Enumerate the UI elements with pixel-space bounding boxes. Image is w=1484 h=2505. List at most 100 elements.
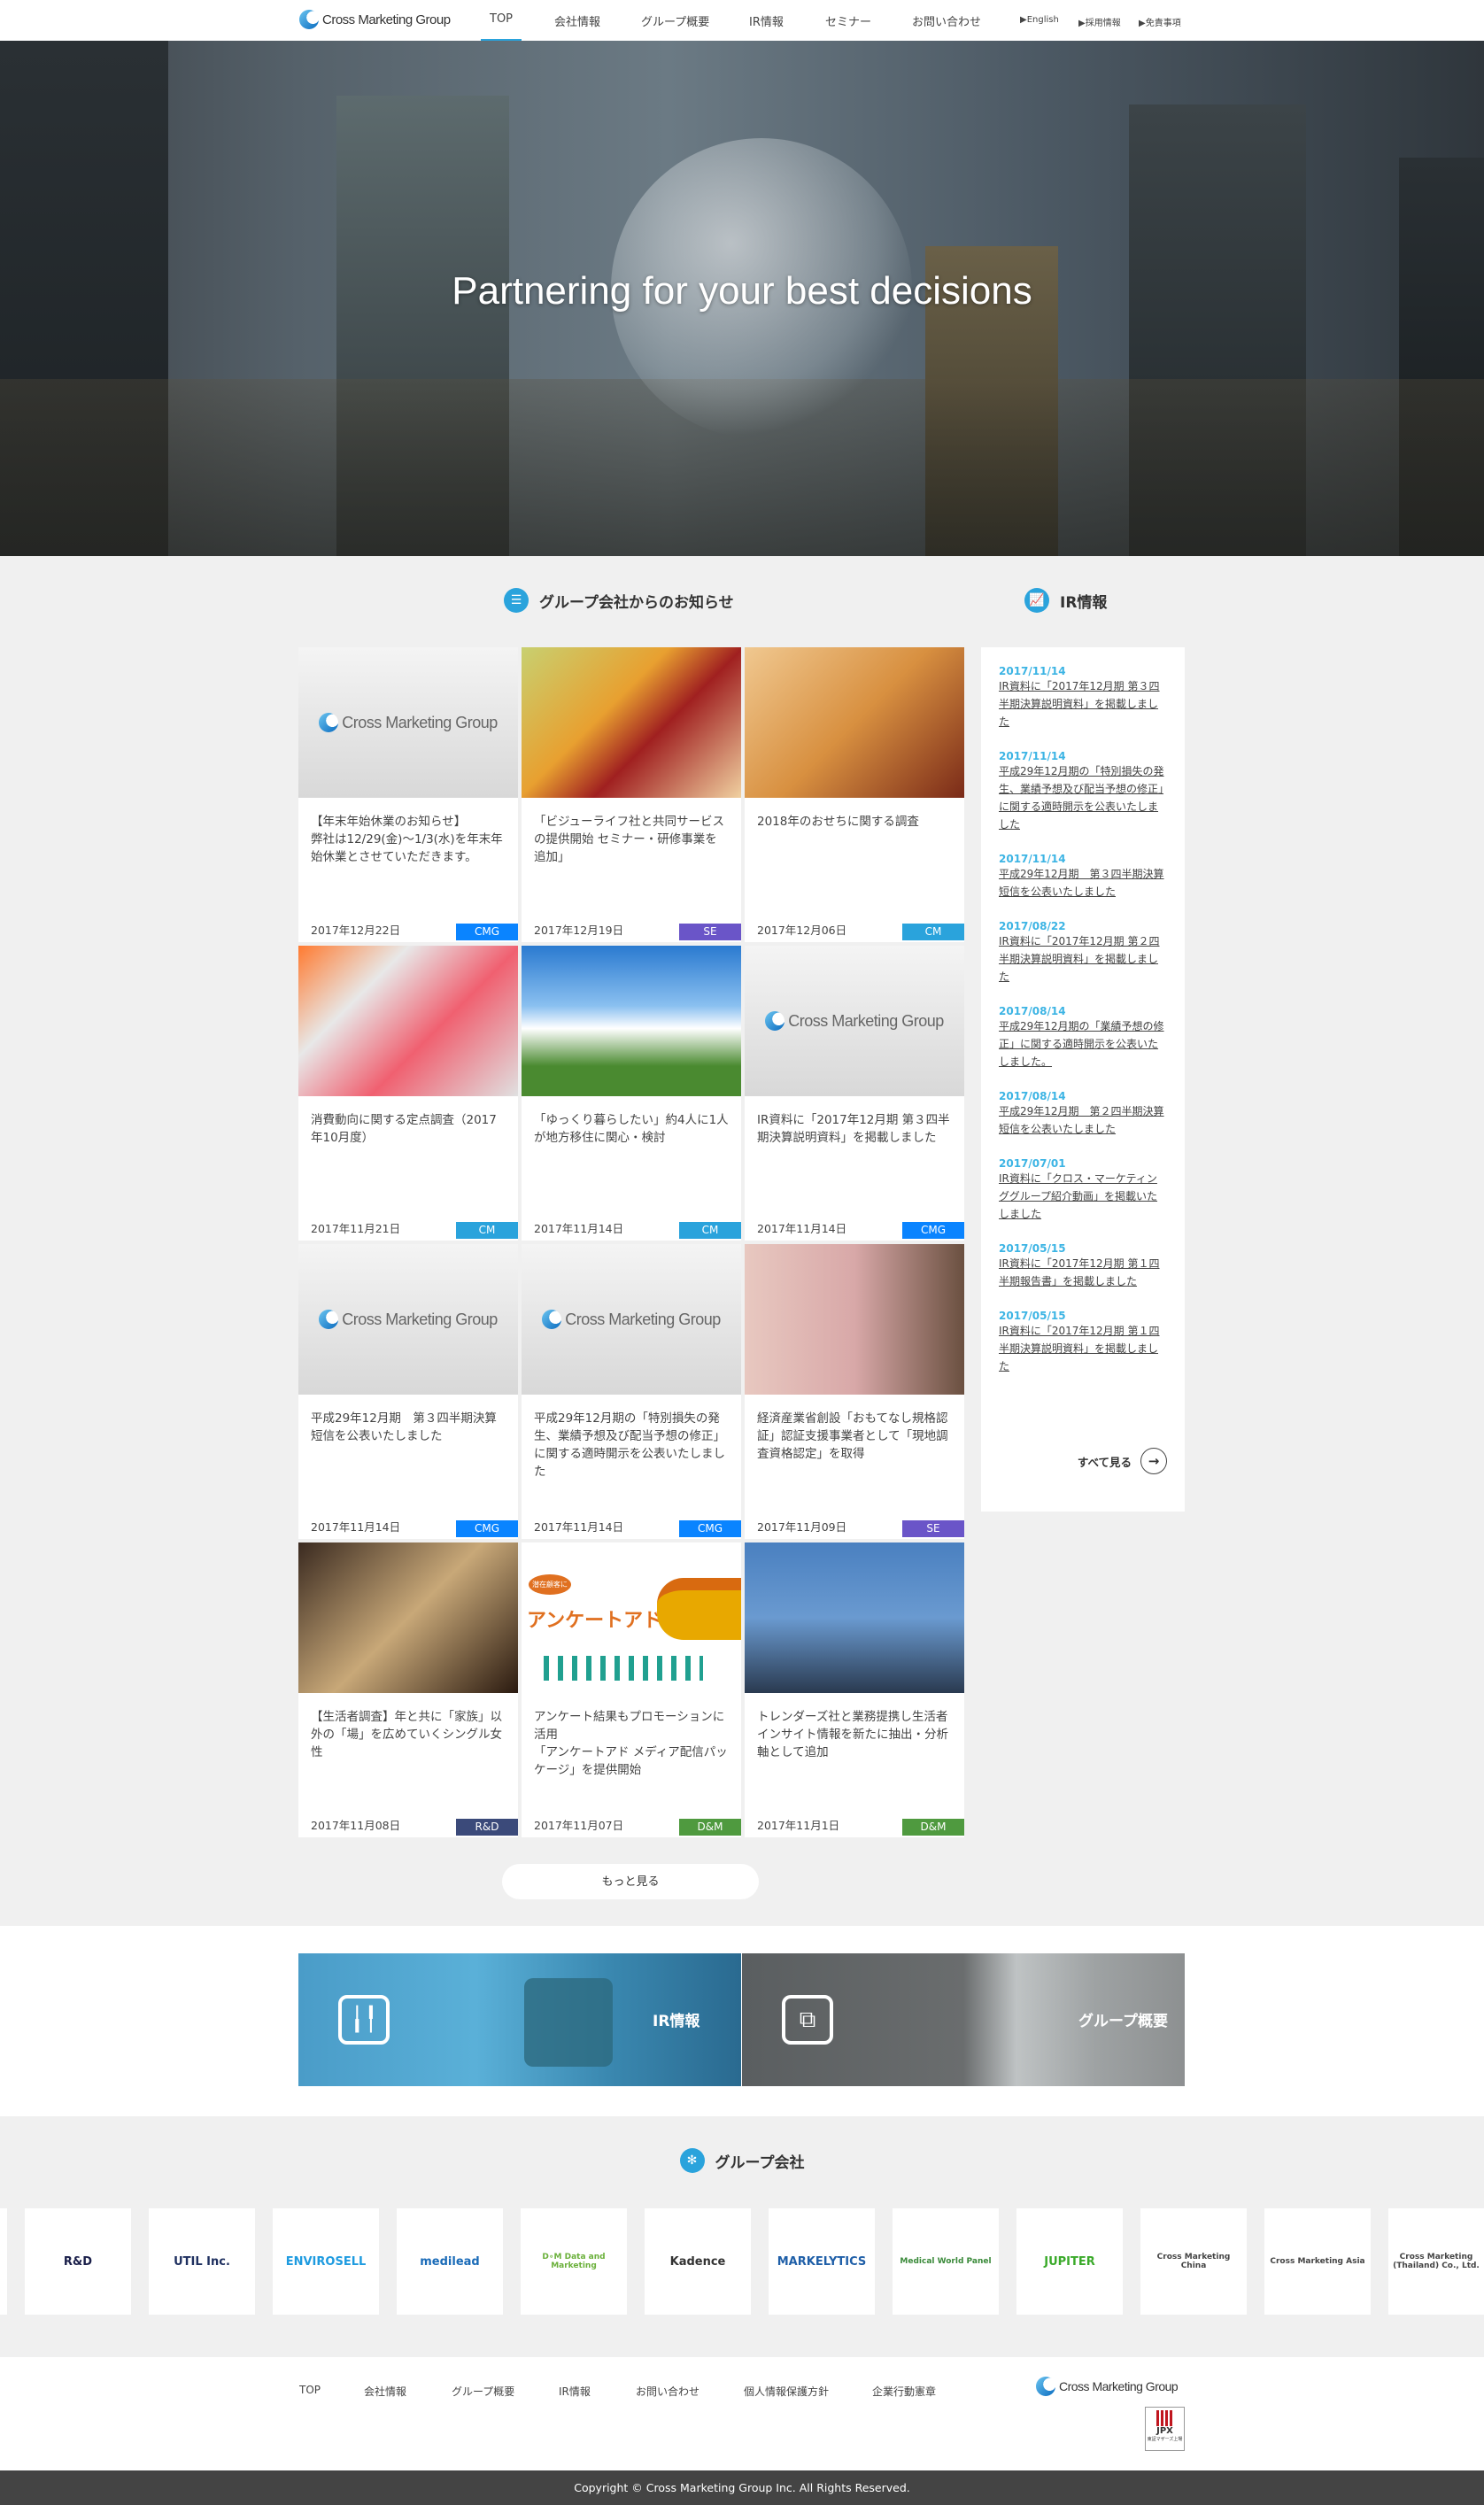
logo-text: JUPITER xyxy=(1044,2254,1095,2269)
news-card[interactable]: 【生活者調査】年と共に「家族」以外の「場」を広めていくシングル女性 2017年1… xyxy=(298,1542,518,1837)
footer-nav-privacy[interactable]: 個人情報保護方針 xyxy=(744,2384,829,2399)
ir-date: 2017/08/22 xyxy=(999,920,1066,932)
news-thumbnail xyxy=(745,1244,964,1395)
link-disclaimer[interactable]: ▶免責事項 xyxy=(1139,15,1181,28)
speech-bubble: 潜在顧客に xyxy=(529,1574,571,1595)
link-recruit[interactable]: ▶採用情報 xyxy=(1078,15,1121,28)
hero-banner: Partnering for your best decisions xyxy=(0,41,1484,556)
news-card[interactable]: Cross Marketing Group 【年末年始休業のお知らせ】 弊社は1… xyxy=(298,647,518,942)
news-title: 2018年のおせちに関する調査 xyxy=(757,815,919,829)
group-company-logo[interactable]: Cross Marketing Asia xyxy=(1264,2208,1371,2315)
category-badge: CMG xyxy=(456,1520,518,1537)
ir-link[interactable]: IR資料に「2017年12月期 第２四半期決算説明資料」を掲載しました xyxy=(999,932,1167,986)
ir-date: 2017/08/14 xyxy=(999,1090,1066,1102)
news-date: 2017年11月14日 xyxy=(757,1222,847,1235)
footer-nav-group[interactable]: グループ概要 xyxy=(452,2384,514,2399)
news-card[interactable]: Cross Marketing Group IR資料に「2017年12月期 第３… xyxy=(745,946,964,1241)
news-thumbnail: Cross Marketing Group xyxy=(298,647,518,798)
news-grid: Cross Marketing Group 【年末年始休業のお知らせ】 弊社は1… xyxy=(298,647,964,1837)
nav-seminar[interactable]: セミナー xyxy=(825,12,871,29)
link-english[interactable]: ▶English xyxy=(1020,15,1059,25)
ir-link[interactable]: 平成29年12月期 第２四半期決算短信を公表いたしました xyxy=(999,1102,1167,1138)
news-title: 平成29年12月期の「特別損失の発生、業績予想及び配当予想の修正」に関する適時開… xyxy=(534,1411,725,1479)
news-title: IR資料に「2017年12月期 第３四半期決算説明資料」を掲載しました xyxy=(757,1113,950,1145)
group-company-logo[interactable]: medilead xyxy=(397,2208,503,2315)
ir-link[interactable]: IR資料に「2017年12月期 第１四半期報告書」を掲載しました xyxy=(999,1255,1167,1290)
news-date: 2017年11月08日 xyxy=(311,1819,401,1832)
candlestick-icon: ╽╿ xyxy=(338,1995,390,2045)
group-company-logo[interactable]: JUPITER xyxy=(1016,2208,1123,2315)
bar-chart-graphic xyxy=(524,1978,613,2067)
ir-link[interactable]: IR資料に「2017年12月期 第３四半期決算説明資料」を掲載しました xyxy=(999,677,1167,731)
drum-graphic xyxy=(657,1578,741,1640)
news-thumbnail: 潜在顧客に アンケートアド xyxy=(522,1542,741,1693)
news-thumbnail xyxy=(298,1542,518,1693)
cmg-logo: Cross Marketing Group xyxy=(319,1310,498,1329)
group-company-logo[interactable] xyxy=(0,2208,7,2315)
ir-banner[interactable]: ╽╿ IR情報 xyxy=(298,1953,741,2086)
footer-nav-ir[interactable]: IR情報 xyxy=(559,2384,591,2399)
group-company-logo[interactable]: Cross Marketing China xyxy=(1140,2208,1247,2315)
ir-link[interactable]: 平成29年12月期の「業績予想の修正」に関する適時開示を公表いたしました。 xyxy=(999,1017,1167,1071)
ir-date: 2017/08/14 xyxy=(999,1005,1066,1017)
news-card[interactable]: 経済産業省創設「おもてなし規格認証」認証支援事業者として「現地調査資格認定」を取… xyxy=(745,1244,964,1539)
network-icon: ✻ xyxy=(679,2148,705,2173)
news-thumbnail: Cross Marketing Group xyxy=(745,946,964,1096)
footer-logo[interactable]: Cross Marketing Group xyxy=(1036,2377,1179,2396)
group-overview-banner[interactable]: ⧉ グループ概要 xyxy=(742,1953,1185,2086)
category-badge: CMG xyxy=(902,1222,964,1239)
news-thumbnail xyxy=(745,1542,964,1693)
logo-text: Kadence xyxy=(669,2254,726,2269)
category-badge: R&D xyxy=(456,1819,518,1836)
ir-link[interactable]: 平成29年12月期 第３四半期決算短信を公表いたしました xyxy=(999,865,1167,901)
footer-nav-contact[interactable]: お問い合わせ xyxy=(636,2384,699,2399)
group-company-logo[interactable]: ENVIROSELL xyxy=(273,2208,379,2315)
news-card[interactable]: 2018年のおせちに関する調査 2017年12月06日 CM xyxy=(745,647,964,942)
news-card[interactable]: Cross Marketing Group 平成29年12月期 第３四半期決算短… xyxy=(298,1244,518,1539)
news-card[interactable]: Cross Marketing Group 平成29年12月期の「特別損失の発生… xyxy=(522,1244,741,1539)
ir-date: 2017/11/14 xyxy=(999,750,1066,762)
people-graphic xyxy=(544,1656,703,1681)
site-logo[interactable]: Cross Marketing Group xyxy=(299,10,451,29)
logo-text: D∘M Data and Marketing xyxy=(542,2253,606,2270)
chart-line-icon: 📈 xyxy=(1024,588,1049,613)
list-icon: ☰ xyxy=(504,588,529,613)
nav-top[interactable]: TOP xyxy=(480,12,522,43)
group-company-logo[interactable]: Medical World Panel xyxy=(893,2208,999,2315)
group-heading: ✻ グループ会社 xyxy=(0,2148,1484,2173)
news-date: 2017年12月22日 xyxy=(311,924,401,937)
news-more-button[interactable]: もっと見る xyxy=(502,1864,759,1899)
ir-item: 2017/08/14 平成29年12月期 第２四半期決算短信を公表いたしました xyxy=(999,1090,1167,1138)
footer-nav-conduct[interactable]: 企業行動憲章 xyxy=(872,2384,936,2399)
ir-link[interactable]: IR資料に「2017年12月期 第１四半期決算説明資料」を掲載しました xyxy=(999,1322,1167,1375)
ir-heading: 📈 IR情報 xyxy=(1024,588,1107,613)
news-card[interactable]: 「ゆっくり暮らしたい」約4人に1人が地方移住に関心・検討 2017年11月14日… xyxy=(522,946,741,1241)
group-company-logo[interactable]: UTIL Inc. xyxy=(149,2208,255,2315)
news-title: アンケート結果もプロモーションに活用 「アンケートアド メディア配信パッケージ」… xyxy=(534,1710,728,1777)
news-card[interactable]: 消費動向に関する定点調査（2017年10月度） 2017年11月21日 CM xyxy=(298,946,518,1241)
group-company-logo[interactable]: MARKELYTICS xyxy=(769,2208,875,2315)
ir-link[interactable]: IR資料に「クロス・マーケティンググループ紹介動画」を掲載いたしました xyxy=(999,1170,1167,1223)
news-card[interactable]: トレンダーズ社と業務提携し生活者インサイト情報を新たに抽出・分析軸として追加 2… xyxy=(745,1542,964,1837)
group-company-logo[interactable]: Kadence xyxy=(645,2208,751,2315)
news-date: 2017年12月06日 xyxy=(757,924,847,937)
news-date: 2017年11月1日 xyxy=(757,1819,840,1832)
ir-view-all-link[interactable]: すべて見る → xyxy=(1078,1448,1167,1474)
news-card[interactable]: 「ビジューライフ社と共同サービスの提供開始 セミナー・研修事業を追加」 2017… xyxy=(522,647,741,942)
ir-link[interactable]: 平成29年12月期の「特別損失の発生、業績予想及び配当予想の修正」に関する適時開… xyxy=(999,762,1167,833)
ir-item: 2017/07/01 IR資料に「クロス・マーケティンググループ紹介動画」を掲載い… xyxy=(999,1157,1167,1223)
ir-date: 2017/05/15 xyxy=(999,1310,1066,1322)
nav-contact[interactable]: お問い合わせ xyxy=(912,12,981,29)
footer-nav-company[interactable]: 会社情報 xyxy=(364,2384,406,2399)
nav-group[interactable]: グループ概要 xyxy=(641,12,709,29)
news-card[interactable]: 潜在顧客に アンケートアド アンケート結果もプロモーションに活用 「アンケートアド… xyxy=(522,1542,741,1837)
group-company-logo[interactable]: Cross Marketing (Thailand) Co., Ltd. xyxy=(1388,2208,1484,2315)
news-thumbnail xyxy=(522,946,741,1096)
footer-nav-top[interactable]: TOP xyxy=(299,2384,321,2396)
group-company-logo[interactable]: D∘M Data and Marketing xyxy=(521,2208,627,2315)
group-company-logo[interactable]: R&D xyxy=(25,2208,131,2315)
news-date: 2017年11月09日 xyxy=(757,1520,847,1534)
nav-company[interactable]: 会社情報 xyxy=(554,12,600,29)
ir-item: 2017/11/14 IR資料に「2017年12月期 第３四半期決算説明資料」を掲… xyxy=(999,665,1167,731)
nav-ir[interactable]: IR情報 xyxy=(749,12,784,29)
